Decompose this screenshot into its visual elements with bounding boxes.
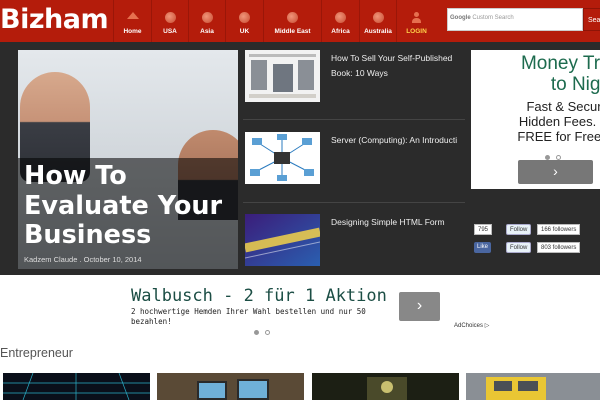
nav-login[interactable]: LOGIN bbox=[396, 0, 436, 42]
search-input[interactable]: Google Custom Search bbox=[447, 8, 583, 31]
social-widgets: 795 Like Follow 166 followers Follow 803… bbox=[471, 216, 600, 271]
nav-australia[interactable]: Australia bbox=[359, 0, 396, 42]
divider bbox=[243, 202, 465, 203]
story-thumbnail-network bbox=[245, 132, 320, 184]
nav-africa[interactable]: Africa bbox=[321, 0, 359, 42]
wide-ad-page-dot[interactable] bbox=[254, 330, 259, 335]
hero-story[interactable]: How To Evaluate Your Business Kadzem Cla… bbox=[18, 50, 238, 269]
nav-home[interactable]: Home bbox=[113, 0, 151, 42]
hero-title[interactable]: How To Evaluate Your Business bbox=[24, 161, 238, 251]
globe-icon bbox=[164, 12, 176, 23]
ad-headline: Money Transf to Nigeria bbox=[471, 53, 600, 95]
globe-icon bbox=[335, 12, 346, 23]
globe-icon bbox=[372, 12, 384, 23]
story-thumbnail-bookstore bbox=[245, 50, 320, 102]
wide-ad-next-button[interactable]: › bbox=[399, 292, 440, 321]
nav-home-label: Home bbox=[123, 28, 142, 35]
story-title[interactable]: How To Sell Your Self-Published bbox=[331, 51, 465, 66]
google-label: Google bbox=[450, 15, 471, 21]
ad-next-button[interactable]: › bbox=[518, 160, 593, 184]
twitter-follow-button[interactable]: Follow bbox=[506, 242, 532, 253]
story-title-line2[interactable]: Book: 10 Ways bbox=[331, 66, 465, 81]
site-logo[interactable]: Bizham bbox=[0, 4, 109, 35]
nav-australia-label: Australia bbox=[364, 28, 392, 35]
hero-meta: Kadzem Claude . October 10, 2014 bbox=[24, 255, 142, 264]
nav-middle-east[interactable]: Middle East bbox=[263, 0, 321, 42]
entrepreneur-thumbnail[interactable] bbox=[466, 373, 600, 400]
twitter-follow-button[interactable]: Follow bbox=[506, 224, 532, 235]
nav-africa-label: Africa bbox=[331, 28, 350, 35]
adchoices-link[interactable]: AdChoices ▷ bbox=[454, 322, 489, 329]
like-count: 795 bbox=[474, 224, 493, 235]
ad-body-line1: Fast & Secure with bbox=[526, 99, 600, 114]
globe-icon bbox=[201, 12, 213, 23]
site-header: Bizham Home USA Asia UK Middle East Afri… bbox=[0, 0, 600, 42]
ad-headline-line2: to Nigeria bbox=[550, 74, 600, 95]
facebook-like-button[interactable]: Like bbox=[474, 242, 492, 253]
story-item[interactable]: Designing Simple HTML Form bbox=[243, 214, 465, 269]
story-item[interactable]: Server (Computing): An Introducti bbox=[243, 132, 465, 187]
story-item[interactable]: How To Sell Your Self-Published Book: 10… bbox=[243, 50, 465, 105]
story-title[interactable]: Designing Simple HTML Form bbox=[331, 215, 465, 230]
ad-body: Fast & Secure with Hidden Fees. Use Co F… bbox=[481, 99, 600, 144]
wide-ad-pagination bbox=[254, 322, 276, 340]
nav-uk-label: UK bbox=[239, 28, 250, 35]
entrepreneur-thumbnail[interactable] bbox=[157, 373, 304, 400]
home-icon bbox=[126, 12, 139, 19]
wide-ad-page-dot[interactable] bbox=[265, 330, 270, 335]
wide-ad-headline: Walbusch - 2 für 1 Aktion bbox=[131, 286, 387, 306]
story-title[interactable]: Server (Computing): An Introducti bbox=[331, 133, 465, 148]
user-icon bbox=[411, 12, 422, 23]
twitter-followers-count: 803 followers bbox=[537, 242, 581, 253]
globe-icon bbox=[287, 12, 298, 23]
ad-body-line3: FREE for Free 1st Tra bbox=[517, 129, 600, 144]
nav-usa-label: USA bbox=[163, 28, 177, 35]
adchoices-icon: ▷ bbox=[484, 323, 490, 329]
nav-usa[interactable]: USA bbox=[151, 0, 188, 42]
nav-login-label: LOGIN bbox=[406, 28, 427, 35]
search-placeholder: Google Custom Search bbox=[450, 15, 514, 21]
ad-body-line2: Hidden Fees. Use Co bbox=[518, 114, 600, 129]
entrepreneur-thumbnail[interactable] bbox=[3, 373, 150, 400]
nav-asia-label: Asia bbox=[200, 28, 214, 35]
ad-headline-line1: Money Transf bbox=[520, 53, 600, 74]
globe-icon bbox=[239, 12, 250, 23]
story-thumbnail-html bbox=[245, 214, 320, 266]
search-button[interactable]: Sea bbox=[583, 8, 600, 31]
main-nav: Home USA Asia UK Middle East Africa Aust… bbox=[113, 0, 436, 42]
twitter-followers-count: 166 followers bbox=[537, 224, 581, 235]
nav-asia[interactable]: Asia bbox=[188, 0, 225, 42]
entrepreneur-thumbnail[interactable] bbox=[312, 373, 459, 400]
nav-uk[interactable]: UK bbox=[225, 0, 263, 42]
money-transfer-ad[interactable]: Money Transf to Nigeria Fast & Secure wi… bbox=[471, 50, 600, 189]
nav-middle-east-label: Middle East bbox=[274, 28, 311, 35]
divider bbox=[243, 119, 465, 120]
section-title[interactable]: Entrepreneur bbox=[0, 346, 73, 360]
adchoices-label: AdChoices bbox=[454, 323, 484, 329]
walbusch-ad[interactable]: Walbusch - 2 für 1 Aktion 2 hochwertige … bbox=[131, 286, 491, 326]
custom-search-label: Custom Search bbox=[472, 15, 514, 21]
